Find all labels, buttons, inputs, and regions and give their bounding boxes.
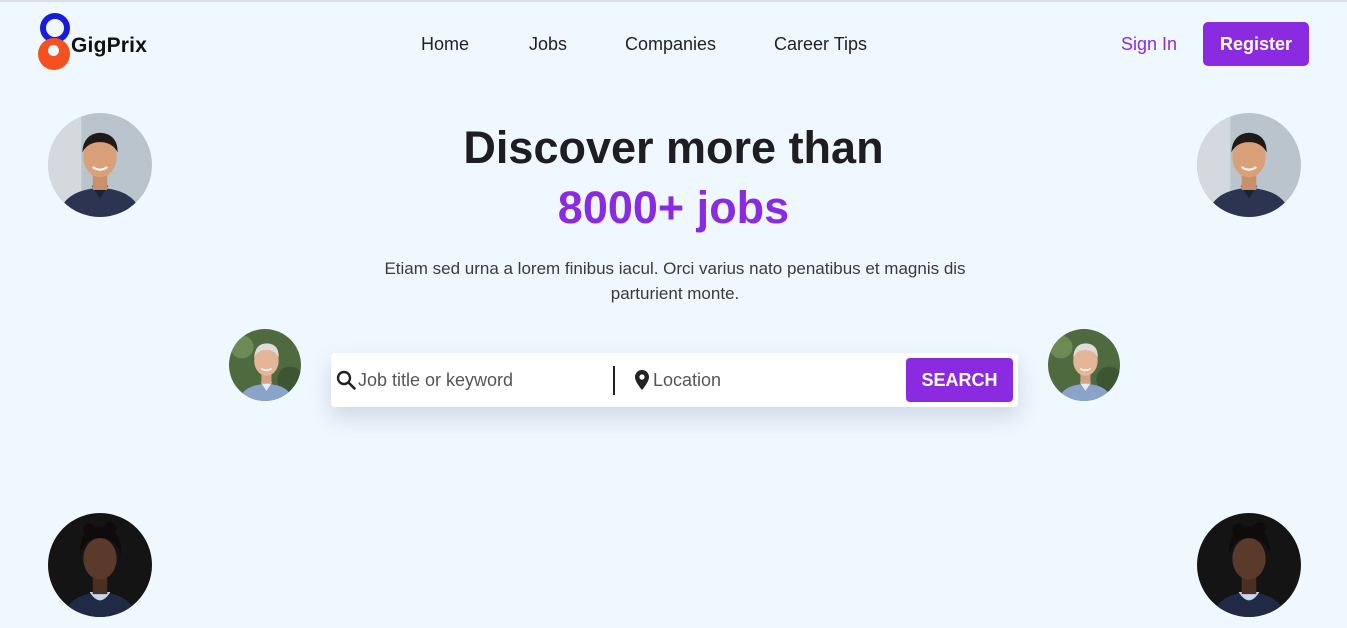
avatar-teen-right: [1197, 513, 1301, 617]
avatar-older-man-right: [1048, 329, 1120, 401]
hero-headline: Discover more than: [463, 122, 884, 173]
register-button[interactable]: Register: [1203, 22, 1309, 66]
keyword-input[interactable]: [358, 366, 608, 394]
avatar-older-man-left: [229, 329, 301, 401]
landing-page: GigPrix Home Jobs Companies Career Tips …: [0, 0, 1347, 628]
nav-item-career-tips[interactable]: Career Tips: [774, 34, 867, 55]
location-input[interactable]: [653, 366, 903, 394]
hero-subtitle: Etiam sed urna a lorem finibus iacul. Or…: [384, 259, 966, 303]
avatar-young-man-right: [1197, 113, 1301, 217]
hero-headline-highlight: 8000+ jobs: [557, 182, 790, 233]
nav-item-companies[interactable]: Companies: [625, 34, 716, 55]
search-button[interactable]: SEARCH: [906, 358, 1013, 402]
map-pin-icon: [635, 370, 649, 390]
avatar-teen-left: [48, 513, 152, 617]
search-divider: [613, 366, 615, 395]
avatar-young-man-left: [48, 113, 152, 217]
sign-in-link[interactable]: Sign In: [1121, 34, 1177, 55]
nav-item-home[interactable]: Home: [421, 34, 469, 55]
search-icon: [336, 370, 356, 390]
job-search-bar: SEARCH: [331, 353, 1018, 407]
nav-item-jobs[interactable]: Jobs: [529, 34, 567, 55]
